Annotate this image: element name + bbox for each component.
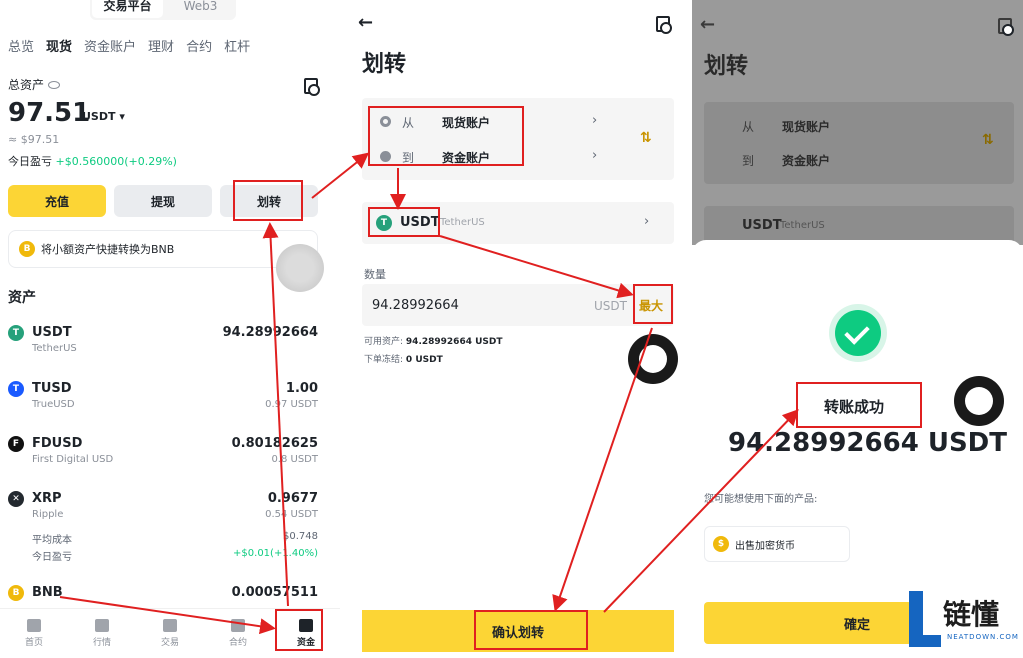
arrow-wallet-to-transfer: [262, 222, 289, 607]
annotation-arrows: [59, 152, 799, 635]
watermark-name: 链懂: [943, 598, 1000, 631]
watermark-logo: 链懂 NEATDOWN.COM: [905, 585, 1023, 655]
logo-mark-icon: [909, 591, 941, 647]
watermark-domain: NEATDOWN.COM: [947, 633, 1019, 641]
arrow-bnb-to-wallet: [59, 596, 276, 635]
arrow-max-to-confirm: [552, 327, 653, 612]
arrow-coin-to-max: [439, 235, 634, 299]
arrow-confirm-to-success: [603, 409, 799, 613]
arrow-transfer-to-accounts: [311, 152, 370, 199]
